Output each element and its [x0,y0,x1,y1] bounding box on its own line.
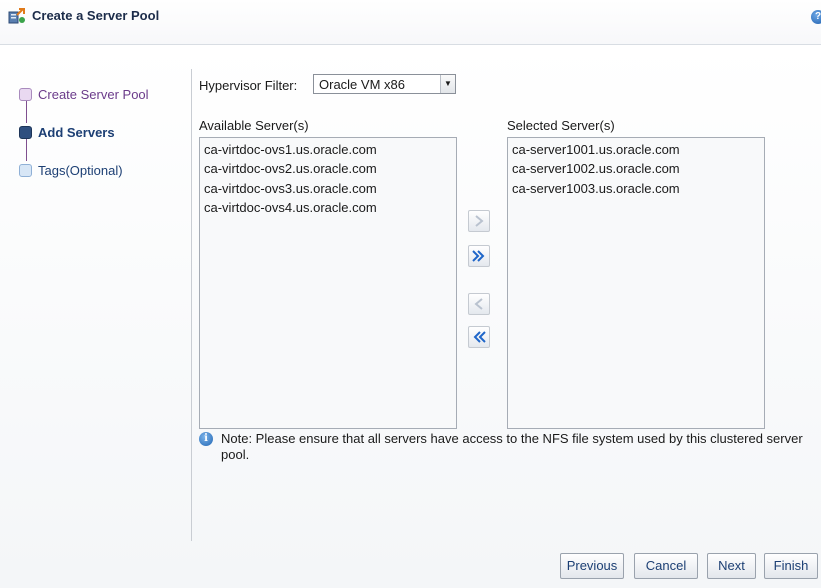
server-pool-icon [8,8,25,24]
list-item[interactable]: ca-virtdoc-ovs4.us.oracle.com [204,198,456,217]
train-connector [26,139,27,161]
hypervisor-filter-value: Oracle VM x86 [319,77,405,92]
previous-button[interactable]: Previous [560,553,624,579]
help-question-icon[interactable]: ? [811,10,821,24]
hypervisor-filter-select[interactable]: Oracle VM x86 ▼ [313,74,456,94]
dialog-title: Create a Server Pool [32,8,160,23]
cancel-button[interactable]: Cancel [634,553,698,579]
available-servers-label: Available Server(s) [199,118,309,133]
remove-selected-button[interactable] [468,293,490,315]
step-tags-optional[interactable]: Tags(Optional) [19,161,123,179]
selected-servers-label: Selected Server(s) [507,118,615,133]
list-item[interactable]: ca-virtdoc-ovs2.us.oracle.com [204,159,456,178]
remove-all-button[interactable] [468,326,490,348]
selected-servers-list[interactable]: ca-server1001.us.oracle.com ca-server100… [507,137,765,429]
hypervisor-filter-label: Hypervisor Filter: [199,78,298,93]
step-label: Create Server Pool [38,86,149,102]
move-all-right-icon [472,250,485,262]
dialog-body: Create Server Pool Add Servers Tags(Opti… [0,45,821,588]
info-icon: i [199,432,213,446]
move-right-icon [475,215,484,227]
dialog-header: Create a Server Pool ? [0,0,821,45]
list-item[interactable]: ca-server1001.us.oracle.com [512,140,764,159]
section-divider [191,69,192,541]
step-marker-icon [19,163,32,177]
step-marker-icon [19,125,32,139]
wizard-train: Create Server Pool Add Servers Tags(Opti… [0,45,190,545]
available-servers-list[interactable]: ca-virtdoc-ovs1.us.oracle.com ca-virtdoc… [199,137,457,429]
move-left-icon [474,298,483,310]
finish-button[interactable]: Finish [764,553,818,579]
next-button[interactable]: Next [707,553,756,579]
list-item[interactable]: ca-server1002.us.oracle.com [512,159,764,178]
move-all-left-icon [473,331,486,343]
note-text: Note: Please ensure that all servers hav… [221,431,803,462]
list-item[interactable]: ca-virtdoc-ovs3.us.oracle.com [204,179,456,198]
move-selected-button[interactable] [468,210,490,232]
list-item[interactable]: ca-virtdoc-ovs1.us.oracle.com [204,140,456,159]
note-message: i Note: Please ensure that all servers h… [199,431,819,463]
step-create-server-pool[interactable]: Create Server Pool [19,85,149,103]
list-item[interactable]: ca-server1003.us.oracle.com [512,179,764,198]
step-marker-icon [19,87,32,101]
move-all-button[interactable] [468,245,490,267]
step-add-servers[interactable]: Add Servers [19,123,115,141]
step-label: Tags(Optional) [38,162,123,178]
chevron-down-icon: ▼ [440,75,455,93]
step-label: Add Servers [38,124,115,140]
